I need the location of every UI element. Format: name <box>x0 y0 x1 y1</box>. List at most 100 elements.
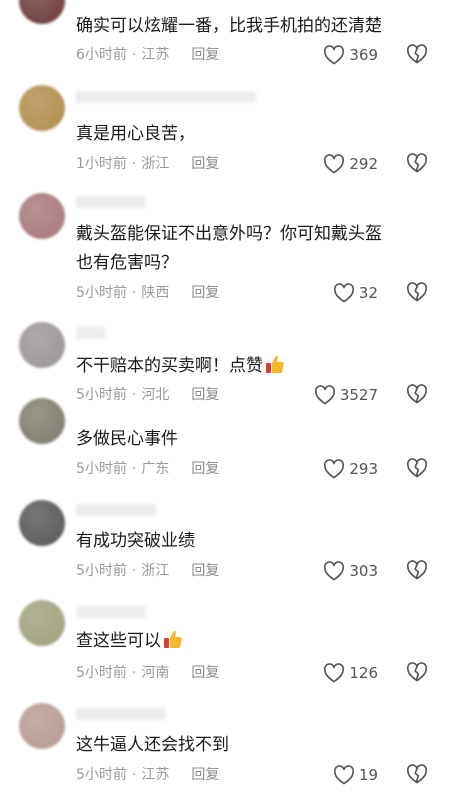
heart-icon <box>333 283 355 303</box>
comment-text-content: 不干赔本的买卖啊！点赞 <box>76 356 263 376</box>
comment-text-content: 戴头盔能保证不出意外吗？你可知戴头盔 也有危害吗？ <box>76 224 382 273</box>
comment-meta: 5小时前 · 广东 回复 <box>76 459 219 479</box>
comment-meta: 5小时前 · 河南 回复 <box>76 663 219 683</box>
comment-time: 5小时前 <box>76 665 127 681</box>
comment-text-content: 多做民心事件 <box>76 429 178 449</box>
meta-separator: · <box>131 47 137 63</box>
thumbs-up-icon <box>265 354 285 374</box>
reply-button[interactable]: 回复 <box>191 561 219 581</box>
avatar[interactable] <box>19 193 65 239</box>
comment-location: 浙江 <box>141 563 170 579</box>
comment-text-content: 查这些可以 <box>76 631 161 651</box>
comment-meta: 5小时前 · 浙江 回复 <box>76 561 219 581</box>
meta-separator: · <box>131 563 137 579</box>
avatar[interactable] <box>19 0 65 24</box>
like-button[interactable]: 126 <box>323 662 378 684</box>
like-button[interactable]: 369 <box>323 44 378 66</box>
like-button[interactable]: 32 <box>333 282 378 304</box>
broken-heart-icon[interactable] <box>406 458 428 480</box>
comment-time: 5小时前 <box>76 387 127 403</box>
broken-heart-icon[interactable] <box>406 44 428 66</box>
heart-icon <box>323 459 345 479</box>
username-redacted[interactable] <box>76 606 146 618</box>
comment-location: 河南 <box>141 665 170 681</box>
like-count: 293 <box>349 460 378 478</box>
reply-button[interactable]: 回复 <box>191 459 219 479</box>
reply-button[interactable]: 回复 <box>191 45 219 65</box>
broken-heart-icon[interactable] <box>406 764 428 786</box>
comment-time: 5小时前 <box>76 285 127 301</box>
heart-icon <box>323 45 345 65</box>
comment-text: 确实可以炫耀一番，比我手机拍的还清楚 <box>76 12 426 41</box>
like-count: 32 <box>358 284 378 302</box>
like-count: 3527 <box>339 386 378 404</box>
comment-location: 广东 <box>141 461 170 477</box>
comment-location: 河北 <box>141 387 170 403</box>
username-redacted[interactable] <box>76 91 256 103</box>
comment-meta: 1小时前 · 浙江 回复 <box>76 154 219 174</box>
avatar[interactable] <box>19 600 65 646</box>
reply-button[interactable]: 回复 <box>191 663 219 683</box>
comment-time: 1小时前 <box>76 156 127 172</box>
like-button[interactable]: 3527 <box>314 384 378 406</box>
broken-heart-icon[interactable] <box>406 560 428 582</box>
like-button[interactable]: 19 <box>333 764 378 786</box>
broken-heart-icon[interactable] <box>406 384 428 406</box>
like-button[interactable]: 303 <box>323 560 378 582</box>
avatar[interactable] <box>19 500 65 546</box>
comment-text-content: 这牛逼人还会找不到 <box>76 735 229 755</box>
meta-separator: · <box>131 665 137 681</box>
comment-text-content: 真是用心良苦， <box>76 124 195 144</box>
comment-text: 有成功突破业绩 <box>76 527 426 556</box>
avatar[interactable] <box>19 398 65 444</box>
comment-text: 戴头盔能保证不出意外吗？你可知戴头盔 也有危害吗？ <box>76 220 426 278</box>
comment-meta: 6小时前 · 江苏 回复 <box>76 45 219 65</box>
username-redacted[interactable] <box>76 708 166 720</box>
reply-button[interactable]: 回复 <box>191 765 219 785</box>
comment-location: 江苏 <box>141 47 170 63</box>
meta-separator: · <box>131 387 137 403</box>
avatar[interactable] <box>19 703 65 749</box>
like-count: 303 <box>349 562 378 580</box>
comment-text-content: 有成功突破业绩 <box>76 531 195 551</box>
meta-separator: · <box>131 156 137 172</box>
broken-heart-icon[interactable] <box>406 282 428 304</box>
like-button[interactable]: 292 <box>323 153 378 175</box>
meta-separator: · <box>131 767 137 783</box>
comment-text: 真是用心良苦， <box>76 120 426 149</box>
username-redacted[interactable] <box>76 504 156 516</box>
avatar[interactable] <box>19 322 65 368</box>
avatar[interactable] <box>19 85 65 131</box>
comment-meta: 5小时前 · 江苏 回复 <box>76 765 219 785</box>
comment-time: 5小时前 <box>76 461 127 477</box>
comment-text: 这牛逼人还会找不到 <box>76 731 426 760</box>
reply-button[interactable]: 回复 <box>191 283 219 303</box>
meta-separator: · <box>131 285 137 301</box>
comment-location: 江苏 <box>141 767 170 783</box>
comment-text-content: 确实可以炫耀一番，比我手机拍的还清楚 <box>76 16 382 36</box>
heart-icon <box>323 561 345 581</box>
heart-icon <box>314 385 336 405</box>
heart-icon <box>323 663 345 683</box>
username-redacted[interactable] <box>76 327 106 339</box>
reply-button[interactable]: 回复 <box>191 154 219 174</box>
comment-meta: 5小时前 · 陕西 回复 <box>76 283 219 303</box>
heart-icon <box>323 154 345 174</box>
comment-time: 5小时前 <box>76 563 127 579</box>
reply-button[interactable]: 回复 <box>191 385 219 405</box>
like-count: 126 <box>349 664 378 682</box>
comment-time: 6小时前 <box>76 47 127 63</box>
like-count: 292 <box>349 155 378 173</box>
username-redacted[interactable] <box>76 196 146 208</box>
meta-separator: · <box>131 461 137 477</box>
broken-heart-icon[interactable] <box>406 662 428 684</box>
comment-meta: 5小时前 · 河北 回复 <box>76 385 219 405</box>
comment-location: 浙江 <box>141 156 170 172</box>
comment-time: 5小时前 <box>76 767 127 783</box>
like-count: 369 <box>349 46 378 64</box>
like-count: 19 <box>358 766 378 784</box>
comment-feed: 确实可以炫耀一番，比我手机拍的还清楚 6小时前 · 江苏 回复 369 真是用心良苦， 1小时… <box>0 0 450 800</box>
broken-heart-icon[interactable] <box>406 153 428 175</box>
like-button[interactable]: 293 <box>323 458 378 480</box>
thumbs-up-icon <box>163 629 183 649</box>
